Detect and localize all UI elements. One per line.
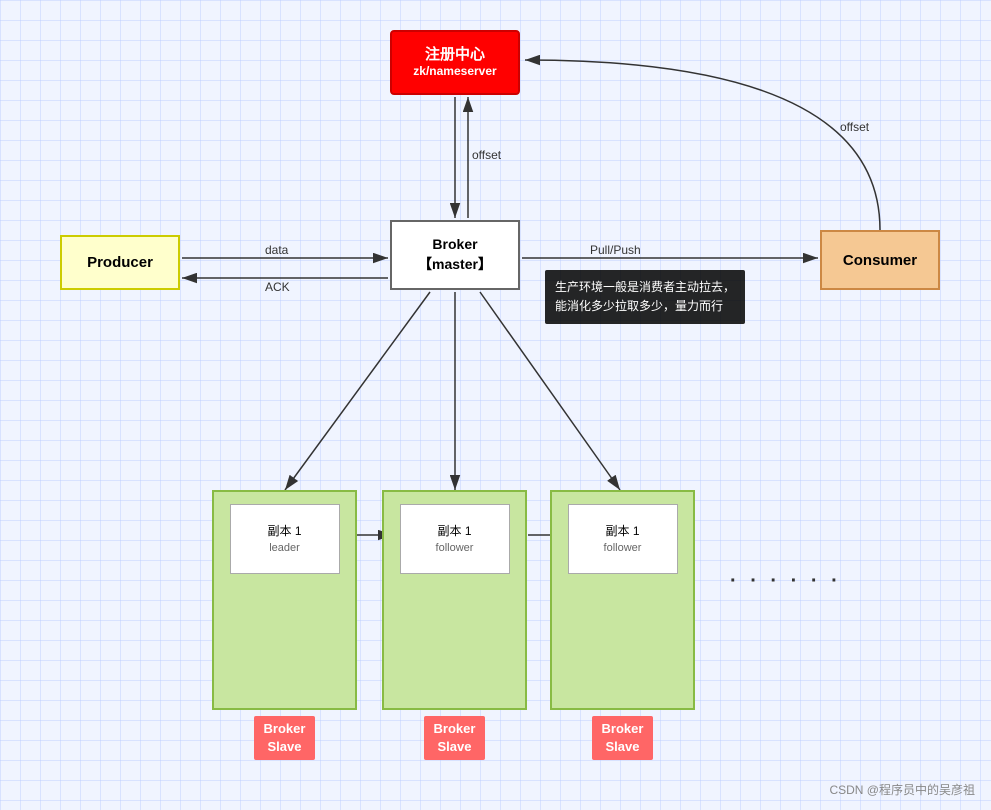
slave-label-1: Broker Slave	[254, 716, 316, 760]
data-label: data	[265, 243, 288, 257]
producer-label: Producer	[87, 254, 153, 271]
slave-group-2: 副本 1 follower Broker Slave	[382, 490, 527, 760]
slave-label-2: Broker Slave	[424, 716, 486, 760]
slave3-role: follower	[604, 540, 642, 557]
tooltip-box: 生产环境一般是消费者主动拉去，能消化多少拉取多少，量力而行	[545, 270, 745, 324]
slave1-replica: 副本 1	[267, 522, 301, 540]
slave-group-1: 副本 1 leader Broker Slave	[212, 490, 357, 760]
offset-label1: offset	[472, 148, 501, 162]
slave-inner-3: 副本 1 follower	[568, 504, 678, 574]
broker-master-line2: 【master】	[418, 255, 492, 275]
dots-ellipsis: · · · · · ·	[730, 570, 842, 593]
slave-inner-2: 副本 1 follower	[400, 504, 510, 574]
registry-box: 注册中心 zk/nameserver	[390, 30, 520, 95]
footer: CSDN @程序员中的吴彦祖	[829, 781, 975, 798]
diagram-container: 注册中心 zk/nameserver offset offset Produce…	[0, 0, 991, 810]
slave2-role: follower	[436, 540, 474, 557]
slave-outer-3: 副本 1 follower	[550, 490, 695, 710]
consumer-box: Consumer	[820, 230, 940, 290]
broker-master-line1: Broker	[432, 235, 477, 255]
registry-line1: 注册中心	[425, 45, 485, 65]
ack-label: ACK	[265, 280, 290, 294]
pull-push-label: Pull/Push	[590, 243, 641, 257]
slave-outer-2: 副本 1 follower	[382, 490, 527, 710]
slave-inner-1: 副本 1 leader	[230, 504, 340, 574]
tooltip-text: 生产环境一般是消费者主动拉去，能消化多少拉取多少，量力而行	[555, 280, 735, 313]
slave-outer-1: 副本 1 leader	[212, 490, 357, 710]
slave-label-3: Broker Slave	[592, 716, 654, 760]
offset-label2: offset	[840, 120, 869, 134]
consumer-label: Consumer	[843, 252, 917, 269]
slave3-replica: 副本 1	[605, 522, 639, 540]
producer-box: Producer	[60, 235, 180, 290]
broker-master-box: Broker 【master】	[390, 220, 520, 290]
slave1-role: leader	[269, 540, 300, 557]
slave2-replica: 副本 1	[437, 522, 471, 540]
slave-group-3: 副本 1 follower Broker Slave	[550, 490, 695, 760]
registry-line2: zk/nameserver	[413, 64, 496, 80]
